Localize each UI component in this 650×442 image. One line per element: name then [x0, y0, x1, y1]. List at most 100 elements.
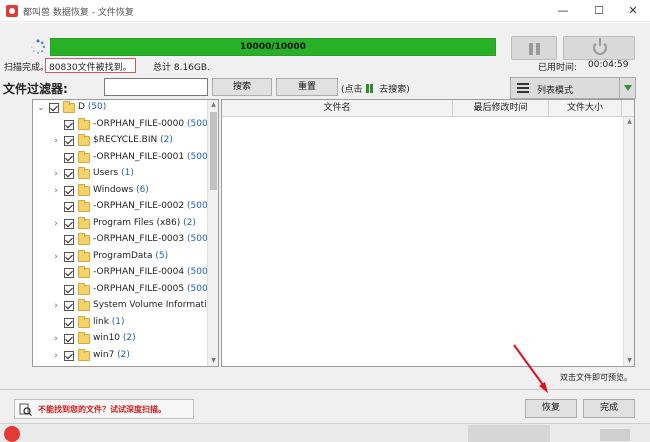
tree-row[interactable]: link (1) — [33, 315, 208, 331]
tree-item-count: (1) — [111, 316, 125, 327]
tree-checkbox[interactable] — [64, 119, 74, 130]
tree-row[interactable]: -ORPHAN_FILE-0002 (500) — [33, 199, 211, 215]
collapsed-arrow-icon[interactable]: › — [51, 333, 61, 345]
tree-item-label: -ORPHAN_FILE-0002 (500) — [93, 201, 211, 211]
tree-checkbox[interactable] — [64, 334, 74, 344]
tree-row[interactable]: › win7 (2) — [33, 348, 208, 364]
search-file-icon — [19, 403, 32, 416]
scroll-up-icon[interactable]: ▲ — [624, 117, 635, 127]
tree-row[interactable]: › Users (1) — [33, 166, 208, 182]
tree-item-count: (1) — [121, 168, 134, 178]
tree-item-label: -ORPHAN_FILE-0000 (500) — [93, 119, 211, 129]
reset-button[interactable]: 重置 — [276, 78, 338, 96]
tree-row[interactable]: › ProgramData (5) — [33, 249, 208, 265]
column-file-name[interactable]: 文件名 — [222, 100, 453, 117]
filter-label: 文件过滤器: — [3, 82, 68, 96]
deep-scan-label: 不能找到您的文件？试试深度扫描。 — [38, 405, 166, 414]
tree-row[interactable]: -ORPHAN_FILE-0004 (500) — [33, 265, 211, 281]
file-list-scrollbar[interactable]: ▲ ▼ — [623, 117, 634, 366]
tree-item-label: win10 (2) — [93, 333, 136, 343]
tree-item-label: Program Files (x86) (2) — [93, 218, 196, 228]
tree-row[interactable]: › Windows (6) — [33, 183, 208, 199]
tree-checkbox[interactable] — [64, 152, 74, 163]
tree-item-label: Users (1) — [93, 168, 134, 178]
scroll-down-icon[interactable]: ▼ — [624, 356, 635, 366]
tree-checkbox[interactable] — [64, 202, 74, 212]
folder-icon — [78, 117, 90, 130]
tree-checkbox[interactable] — [49, 103, 59, 113]
tree-row[interactable]: › $RECYCLE.BIN (2) — [33, 133, 208, 149]
taskbar-item[interactable] — [468, 425, 550, 442]
tree-item-count: (5) — [155, 250, 169, 261]
collapsed-arrow-icon — [51, 317, 61, 329]
deep-scan-link[interactable]: 不能找到您的文件？试试深度扫描。 — [14, 399, 194, 419]
loading-spinner-icon — [31, 39, 46, 54]
tree-row[interactable]: -ORPHAN_FILE-0001 (500) — [33, 150, 211, 166]
taskbar-app-icon[interactable] — [4, 426, 20, 442]
recover-button[interactable]: 恢复 — [525, 399, 577, 418]
tree-checkbox[interactable] — [64, 301, 74, 311]
tree-item-name: -ORPHAN_FILE-0003 — [93, 234, 185, 244]
tree-scrollbar[interactable]: ▲ ▼ — [207, 100, 218, 366]
collapsed-arrow-icon[interactable]: › — [51, 350, 61, 362]
tree-checkbox[interactable] — [64, 317, 74, 328]
finish-button[interactable]: 完成 — [583, 399, 635, 418]
maximize-button[interactable]: ☐ — [584, 0, 614, 22]
stop-button[interactable] — [563, 36, 635, 60]
tree-item-name: Users — [93, 168, 119, 178]
collapsed-arrow-icon[interactable]: › — [51, 251, 61, 263]
tree-checkbox[interactable] — [64, 284, 74, 295]
filter-input[interactable] — [104, 78, 208, 96]
tree-checkbox[interactable] — [64, 350, 74, 361]
collapsed-arrow-icon — [51, 284, 61, 296]
tree-row[interactable]: › Program Files (x86) (2) — [33, 216, 208, 232]
collapsed-arrow-icon — [51, 201, 61, 213]
tree-row[interactable]: -ORPHAN_FILE-0000 (500) — [33, 117, 211, 133]
column-modified-time[interactable]: 最后修改时间 — [453, 100, 549, 117]
minimize-button[interactable]: — — [548, 0, 578, 22]
tree-item-count: (50) — [87, 102, 107, 112]
scan-status-text: 扫描完成。 — [4, 63, 50, 73]
collapsed-arrow-icon — [51, 152, 61, 164]
tree-row[interactable]: -ORPHAN_FILE-0005 (500) — [33, 282, 211, 298]
collapsed-arrow-icon[interactable]: › — [51, 185, 61, 197]
tree-item-count: (2) — [122, 333, 136, 343]
collapsed-arrow-icon — [51, 119, 61, 131]
tree-checkbox[interactable] — [64, 136, 74, 146]
view-mode-label: 列表模式 — [537, 86, 574, 96]
tree-row[interactable]: › System Volume Information — [33, 298, 218, 314]
tree-checkbox[interactable] — [64, 169, 74, 179]
collapsed-arrow-icon[interactable]: › — [51, 135, 61, 147]
expanded-arrow-icon[interactable]: ⌄ — [36, 102, 46, 114]
folder-icon — [78, 233, 90, 245]
scan-progress-bar: 10000/10000 — [50, 38, 496, 56]
view-mode-dropdown[interactable]: 列表模式 — [510, 77, 636, 99]
search-button[interactable]: 搜索 — [212, 78, 272, 96]
tree-row[interactable]: ⌄ D (50) — [33, 100, 208, 116]
tree-row[interactable]: › win10 (2) — [33, 331, 208, 347]
tree-item-name: Windows — [93, 184, 134, 195]
tree-checkbox[interactable] — [64, 185, 74, 196]
tree-item-label: Windows (6) — [93, 185, 149, 195]
tree-checkbox[interactable] — [64, 251, 74, 262]
tree-checkbox[interactable] — [64, 235, 74, 245]
scroll-thumb[interactable] — [210, 112, 217, 190]
folder-tree[interactable]: ⌄ D (50) -ORPHAN_FILE-0000 (500) › $RECYCLE.… — [32, 99, 219, 367]
column-file-size[interactable]: 文件大小 — [549, 100, 622, 117]
progress-label: 10000/10000 — [240, 42, 306, 52]
scroll-up-icon[interactable]: ▲ — [208, 100, 218, 110]
folder-icon — [78, 216, 90, 229]
pause-button[interactable] — [511, 36, 557, 60]
scroll-down-icon[interactable]: ▼ — [208, 356, 218, 366]
file-list[interactable]: 文件名 最后修改时间 文件大小 ▲ ▼ — [221, 99, 635, 367]
collapsed-arrow-icon[interactable]: › — [51, 168, 61, 180]
close-button[interactable]: ✕ — [618, 0, 648, 22]
collapsed-arrow-icon[interactable]: › — [51, 300, 61, 312]
tree-checkbox[interactable] — [64, 218, 74, 229]
tree-checkbox[interactable] — [64, 268, 74, 278]
dropdown-arrow-icon[interactable] — [619, 78, 635, 98]
taskbar-tray[interactable] — [600, 429, 630, 441]
tree-item-count: (2) — [160, 135, 173, 145]
collapsed-arrow-icon[interactable]: › — [51, 218, 61, 230]
tree-row[interactable]: -ORPHAN_FILE-0003 (500) — [33, 232, 211, 248]
